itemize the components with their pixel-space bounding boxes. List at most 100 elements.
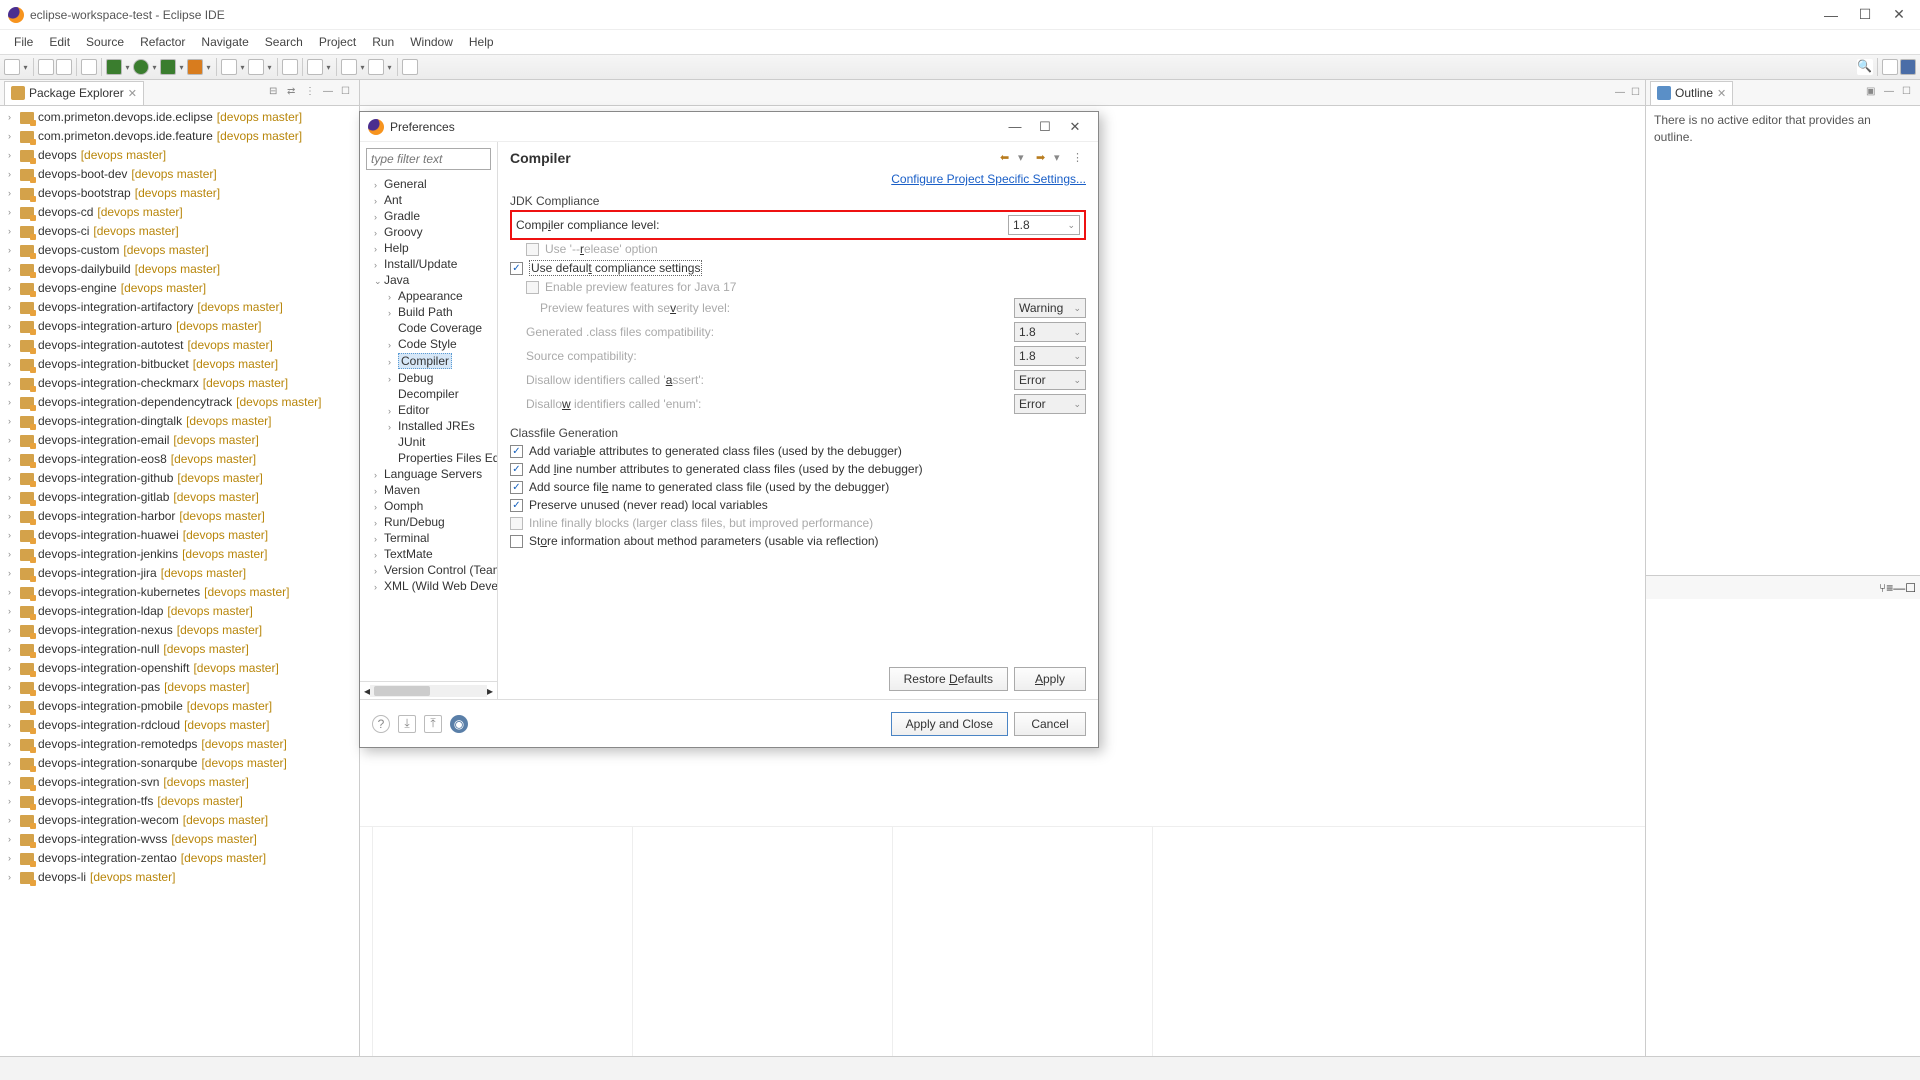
package-explorer-tree[interactable]: ›com.primeton.devops.ide.eclipse [devops…: [0, 106, 359, 1056]
package-item[interactable]: ›devops-integration-dingtalk [devops mas…: [0, 412, 359, 431]
package-explorer-tab[interactable]: Package Explorer ✕: [4, 81, 144, 105]
run-icon[interactable]: [133, 59, 149, 75]
tree-node[interactable]: ›XML (Wild Web Developer): [360, 578, 497, 594]
tree-node-properties-files-editor[interactable]: Properties Files Editor: [360, 450, 497, 466]
tree-node-installed-jres[interactable]: ›Installed JREs: [360, 418, 497, 434]
maximize-editor-icon[interactable]: ☐: [1631, 87, 1643, 99]
forward-history-icon[interactable]: ➡: [1036, 151, 1050, 165]
cancel-button[interactable]: Cancel: [1014, 712, 1086, 736]
maximize-view-icon[interactable]: ☐: [341, 86, 355, 100]
outline-min-icon[interactable]: —: [1884, 86, 1898, 100]
menu-navigate[interactable]: Navigate: [193, 33, 256, 51]
outline-link-icon[interactable]: ▣: [1866, 86, 1880, 100]
add-source-checkbox[interactable]: [510, 481, 523, 494]
package-item[interactable]: ›devops-integration-pas [devops master]: [0, 678, 359, 697]
store-params-checkbox[interactable]: [510, 535, 523, 548]
tree-node[interactable]: ›Install/Update: [360, 256, 497, 272]
package-item[interactable]: ›devops [devops master]: [0, 146, 359, 165]
package-item[interactable]: ›devops-integration-svn [devops master]: [0, 773, 359, 792]
tree-node-decompiler[interactable]: Decompiler: [360, 386, 497, 402]
outline-max-icon[interactable]: ☐: [1902, 86, 1916, 100]
collapse-all-icon[interactable]: ⊟: [269, 86, 283, 100]
package-item[interactable]: ›devops-integration-wvss [devops master]: [0, 830, 359, 849]
new-class-icon[interactable]: [248, 59, 264, 75]
tree-node-code-coverage[interactable]: Code Coverage: [360, 320, 497, 336]
package-item[interactable]: ›devops-integration-rdcloud [devops mast…: [0, 716, 359, 735]
add-line-checkbox[interactable]: [510, 463, 523, 476]
configure-project-link[interactable]: Configure Project Specific Settings...: [891, 172, 1086, 186]
package-item[interactable]: ›devops-integration-openshift [devops ma…: [0, 659, 359, 678]
package-item[interactable]: ›com.primeton.devops.ide.eclipse [devops…: [0, 108, 359, 127]
close-tab-icon[interactable]: ✕: [128, 87, 137, 100]
add-variable-checkbox[interactable]: [510, 445, 523, 458]
tree-node[interactable]: ⌄Java: [360, 272, 497, 288]
package-item[interactable]: ›devops-ci [devops master]: [0, 222, 359, 241]
min2-icon[interactable]: —: [1893, 581, 1905, 595]
package-item[interactable]: ›devops-integration-checkmarx [devops ma…: [0, 374, 359, 393]
help-icon[interactable]: ?: [372, 715, 390, 733]
quick-access-icon[interactable]: 🔍: [1857, 59, 1873, 75]
close-icon[interactable]: ✕: [1892, 8, 1906, 22]
minimize-editor-icon[interactable]: —: [1615, 87, 1627, 99]
filter-icon[interactable]: ⑂: [1879, 581, 1886, 595]
package-item[interactable]: ›devops-custom [devops master]: [0, 241, 359, 260]
open-type-icon[interactable]: [282, 59, 298, 75]
tree-node[interactable]: ›Run/Debug: [360, 514, 497, 530]
package-item[interactable]: ›devops-integration-arturo [devops maste…: [0, 317, 359, 336]
maximize-icon[interactable]: ☐: [1858, 8, 1872, 22]
menu-file[interactable]: File: [6, 33, 41, 51]
package-item[interactable]: ›devops-integration-jira [devops master]: [0, 564, 359, 583]
package-item[interactable]: ›devops-integration-artifactory [devops …: [0, 298, 359, 317]
tree-node-junit[interactable]: JUnit: [360, 434, 497, 450]
compliance-level-select[interactable]: 1.8⌄: [1008, 215, 1080, 235]
dialog-minimize-icon[interactable]: —: [1000, 119, 1030, 134]
package-item[interactable]: ›devops-integration-email [devops master…: [0, 431, 359, 450]
package-item[interactable]: ›devops-integration-gitlab [devops maste…: [0, 488, 359, 507]
package-item[interactable]: ›com.primeton.devops.ide.feature [devops…: [0, 127, 359, 146]
view-menu-icon[interactable]: ⋮: [305, 86, 319, 100]
tree-node[interactable]: ›Help: [360, 240, 497, 256]
filter-input[interactable]: [366, 148, 491, 170]
preserve-unused-checkbox[interactable]: [510, 499, 523, 512]
tree-node[interactable]: ›TextMate: [360, 546, 497, 562]
menu-window[interactable]: Window: [402, 33, 461, 51]
build-icon[interactable]: [81, 59, 97, 75]
menu-help[interactable]: Help: [461, 33, 502, 51]
package-item[interactable]: ›devops-cd [devops master]: [0, 203, 359, 222]
view-menu2-icon[interactable]: ≡: [1886, 581, 1893, 595]
scrollbar-thumb[interactable]: [374, 686, 430, 696]
package-item[interactable]: ›devops-integration-jenkins [devops mast…: [0, 545, 359, 564]
open-perspective-icon[interactable]: [1882, 59, 1898, 75]
package-item[interactable]: ›devops-integration-wecom [devops master…: [0, 811, 359, 830]
package-item[interactable]: ›devops-integration-eos8 [devops master]: [0, 450, 359, 469]
forward-menu-icon[interactable]: ▾: [1054, 151, 1068, 165]
back-icon[interactable]: [341, 59, 357, 75]
package-item[interactable]: ›devops-bootstrap [devops master]: [0, 184, 359, 203]
tree-node[interactable]: ›Maven: [360, 482, 497, 498]
package-item[interactable]: ›devops-integration-bitbucket [devops ma…: [0, 355, 359, 374]
new-icon[interactable]: [4, 59, 20, 75]
link-editor-icon[interactable]: ⇄: [287, 86, 301, 100]
package-item[interactable]: ›devops-integration-autotest [devops mas…: [0, 336, 359, 355]
java-perspective-icon[interactable]: [1900, 59, 1916, 75]
menu-search[interactable]: Search: [257, 33, 311, 51]
record-icon[interactable]: ◉: [450, 715, 468, 733]
save-all-icon[interactable]: [56, 59, 72, 75]
tree-node-build-path[interactable]: ›Build Path: [360, 304, 497, 320]
package-item[interactable]: ›devops-integration-ldap [devops master]: [0, 602, 359, 621]
preferences-tree[interactable]: ›General›Ant›Gradle›Groovy›Help›Install/…: [360, 176, 497, 681]
package-item[interactable]: ›devops-engine [devops master]: [0, 279, 359, 298]
close-outline-icon[interactable]: ✕: [1717, 87, 1726, 100]
package-item[interactable]: ›devops-integration-tfs [devops master]: [0, 792, 359, 811]
restore-defaults-button[interactable]: Restore Defaults: [889, 667, 1008, 691]
tree-node-compiler[interactable]: ›Compiler: [360, 352, 497, 370]
tree-node[interactable]: ›General: [360, 176, 497, 192]
scroll-right-icon[interactable]: ▸: [487, 684, 493, 698]
tree-node[interactable]: ›Gradle: [360, 208, 497, 224]
tree-node[interactable]: ›Groovy: [360, 224, 497, 240]
max2-icon[interactable]: ☐: [1905, 581, 1916, 595]
package-item[interactable]: ›devops-integration-zentao [devops maste…: [0, 849, 359, 868]
package-item[interactable]: ›devops-integration-kubernetes [devops m…: [0, 583, 359, 602]
menu-source[interactable]: Source: [78, 33, 132, 51]
import-prefs-icon[interactable]: ⤓: [398, 715, 416, 733]
